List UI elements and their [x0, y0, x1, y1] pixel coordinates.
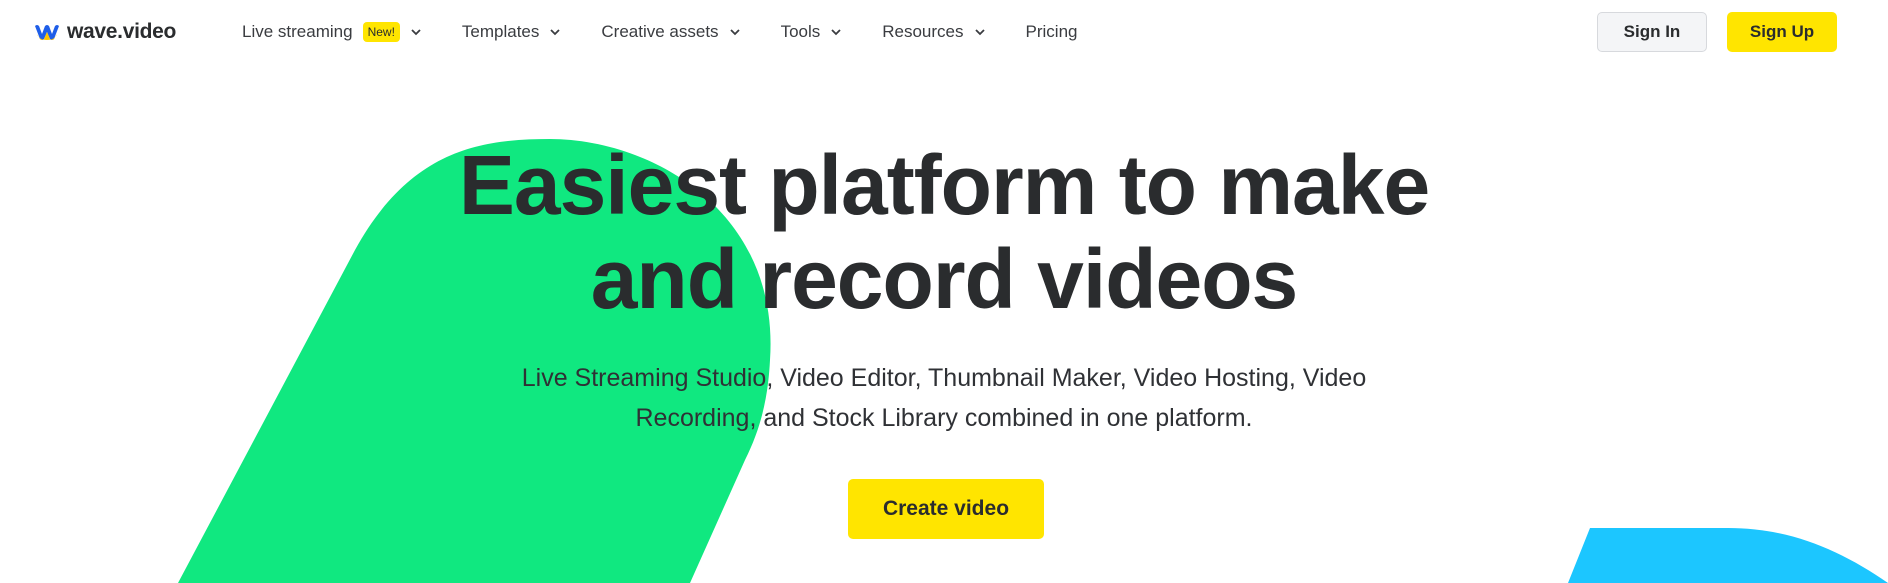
page: wave.video Live streaming New! Templates… — [0, 0, 1888, 583]
nav-item-label: Creative assets — [601, 22, 719, 41]
chevron-down-icon — [411, 29, 421, 36]
chevron-down-icon — [831, 29, 841, 36]
chevron-down-icon — [974, 29, 985, 36]
create-video-button[interactable]: Create video — [848, 479, 1044, 539]
nav-item-label: Templates — [461, 22, 540, 41]
chevron-down-icon — [729, 29, 740, 36]
nav-item-label: Live streaming — [242, 22, 353, 41]
hero-title-line-2: and record videos — [590, 232, 1299, 326]
nav-item-resources[interactable]: Resources — [882, 22, 985, 42]
top-navigation: wave.video Live streaming New! Templates… — [0, 0, 1888, 64]
wave-logo-icon — [35, 25, 59, 40]
nav-item-creative-assets[interactable]: Creative assets — [601, 22, 740, 42]
new-badge: New! — [362, 22, 400, 42]
hero-title: Easiest platform to make and record vide… — [344, 138, 1544, 326]
nav-item-label: Resources — [882, 22, 964, 41]
chevron-down-icon — [550, 29, 561, 36]
hero-title-line-1: Easiest platform to make — [458, 138, 1430, 232]
sign-in-button[interactable]: Sign In — [1597, 12, 1707, 52]
main-menu: Live streaming New! Templates Creative a… — [242, 0, 1117, 64]
hero-subtitle: Live Streaming Studio, Video Editor, Thu… — [494, 358, 1394, 438]
nav-item-live-streaming[interactable]: Live streaming New! — [242, 22, 422, 42]
nav-item-templates[interactable]: Templates — [462, 22, 561, 42]
nav-item-pricing[interactable]: Pricing — [1026, 22, 1078, 42]
nav-item-label: Pricing — [1025, 22, 1078, 41]
hero-subtitle-line-2: Recording, and Stock Library combined in… — [635, 404, 1253, 432]
logo[interactable]: wave.video — [33, 19, 176, 45]
nav-item-label: Tools — [780, 22, 821, 41]
nav-item-tools[interactable]: Tools — [781, 22, 843, 42]
logo-text: wave.video — [67, 20, 177, 43]
blue-blob-shape — [1568, 528, 1888, 583]
hero-subtitle-line-1: Live Streaming Studio, Video Editor, Thu… — [521, 364, 1367, 392]
sign-up-button[interactable]: Sign Up — [1727, 12, 1837, 52]
